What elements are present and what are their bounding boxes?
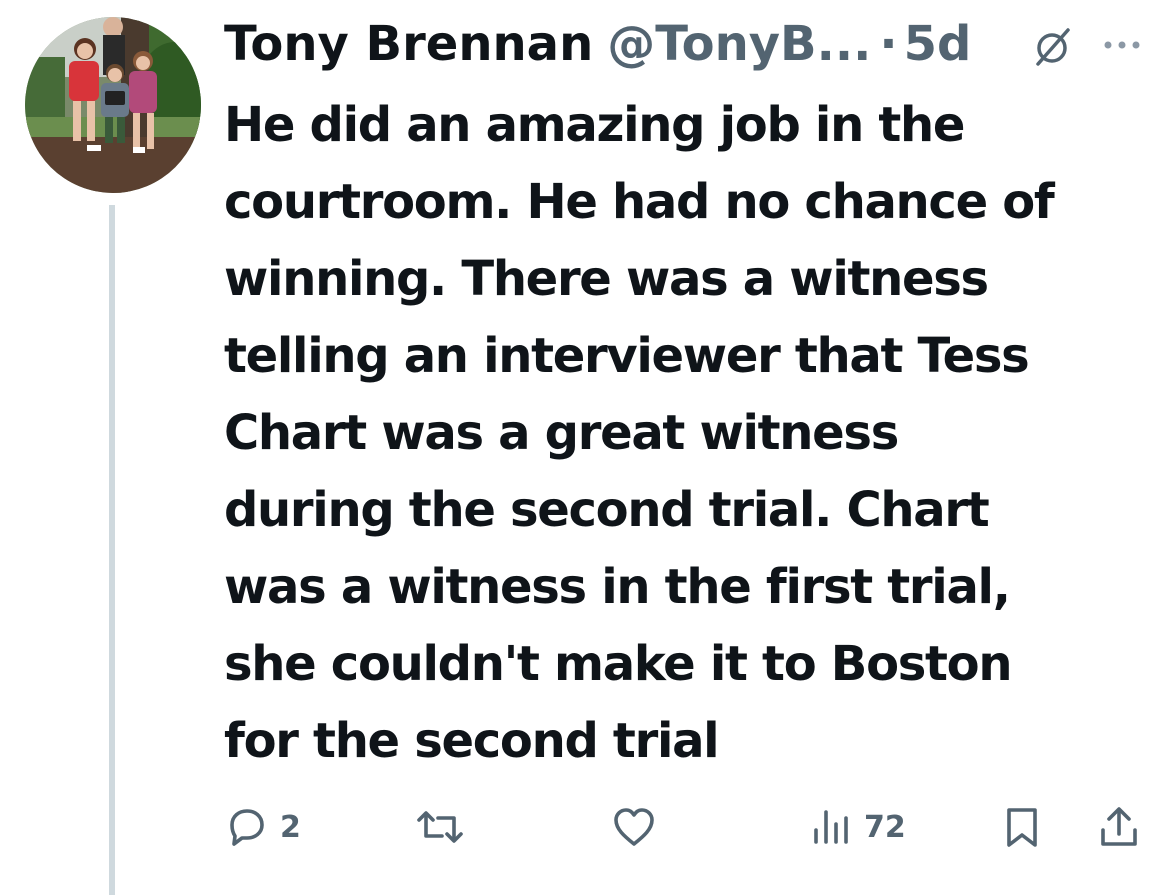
separator-dot: · (879, 16, 898, 72)
reply-count: 2 (280, 809, 301, 845)
like-button[interactable] (610, 804, 668, 850)
avatar[interactable] (25, 17, 201, 193)
avatar-photo (25, 17, 201, 193)
reply-icon (224, 804, 270, 850)
tweet-text: He did an amazing job in the courtroom. … (224, 97, 1055, 769)
heart-icon (610, 804, 658, 850)
share-icon (1096, 804, 1142, 850)
timestamp[interactable]: 5d (904, 12, 972, 76)
views-icon (808, 804, 854, 850)
reply-button[interactable]: 2 (224, 804, 301, 850)
display-name[interactable]: Tony Brennan (224, 12, 593, 76)
retweet-icon (414, 804, 466, 850)
tweet-header: Tony Brennan @TonyB... · 5d (224, 12, 971, 76)
views-count: 72 (864, 809, 906, 845)
retweet-button[interactable] (414, 804, 476, 850)
share-button[interactable] (1096, 804, 1142, 850)
grok-icon[interactable] (1030, 24, 1074, 68)
bookmark-icon (1000, 804, 1044, 850)
views-button[interactable]: 72 (808, 804, 906, 850)
action-bar: 2 72 (0, 790, 1170, 870)
user-handle[interactable]: @TonyB... (607, 12, 871, 76)
more-icon[interactable] (1102, 30, 1142, 60)
bookmark-button[interactable] (1000, 804, 1044, 850)
